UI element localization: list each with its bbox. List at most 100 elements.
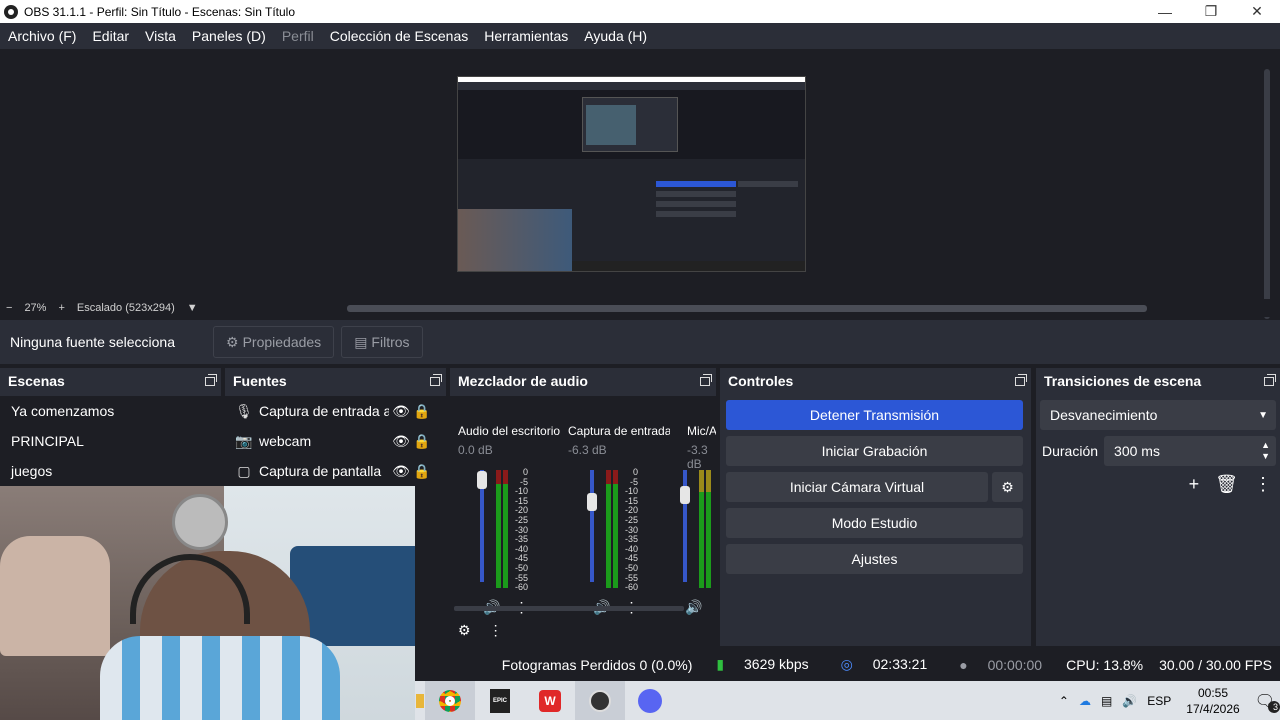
visibility-eye-icon[interactable]: 👁 bbox=[389, 403, 413, 420]
monitor-icon: ▢ bbox=[237, 462, 251, 479]
studio-mode-button[interactable]: Modo Estudio bbox=[726, 508, 1023, 538]
rec-time: 00:00:00 bbox=[987, 656, 1043, 673]
lock-icon[interactable]: 🔒 bbox=[413, 403, 431, 420]
controls-title: Controles bbox=[728, 373, 794, 389]
language-indicator[interactable]: ESP bbox=[1142, 694, 1176, 708]
spin-arrows-icon[interactable]: ▲ ▼ bbox=[1261, 440, 1270, 462]
menu-herramientas[interactable]: Herramientas bbox=[476, 28, 576, 44]
source-item[interactable]: ▢ Captura de pantalla 👁 🔒 bbox=[225, 456, 446, 486]
show-hidden-icons-icon[interactable]: ⌃ bbox=[1054, 694, 1074, 708]
preview-horizontal-scrollbar[interactable] bbox=[347, 305, 1147, 312]
channel-name: Mic/Aux bbox=[687, 424, 716, 438]
notification-center-icon[interactable]: 🗨 3 bbox=[1250, 691, 1280, 713]
virtual-camera-settings-button[interactable]: ⚙ bbox=[992, 472, 1023, 502]
undock-icon[interactable] bbox=[700, 373, 712, 386]
channel-db: 0.0 dB bbox=[458, 443, 493, 457]
minimize-button[interactable]: — bbox=[1142, 0, 1188, 23]
camera-icon: 📷 bbox=[235, 432, 253, 449]
level-meter bbox=[699, 470, 704, 588]
gear-icon: ⚙ bbox=[226, 333, 239, 350]
network-icon[interactable]: ▤ bbox=[1096, 694, 1117, 708]
obs-taskbar-icon[interactable] bbox=[575, 681, 625, 720]
source-label: webcam bbox=[259, 433, 312, 449]
zoom-in-button[interactable]: + bbox=[52, 302, 70, 314]
undock-icon[interactable] bbox=[430, 373, 442, 386]
speaker-icon[interactable]: 🔊 bbox=[1117, 694, 1142, 708]
onedrive-icon[interactable]: ☁ bbox=[1074, 694, 1096, 708]
undock-icon[interactable] bbox=[1015, 373, 1027, 386]
webcam-overlay bbox=[0, 486, 415, 720]
chrome-icon[interactable] bbox=[425, 681, 475, 720]
wps-office-icon[interactable]: W bbox=[525, 681, 575, 720]
scene-item[interactable]: juegos bbox=[0, 456, 221, 486]
file-explorer-icon[interactable] bbox=[415, 681, 425, 720]
mixer-menu-icon[interactable]: ⋮ bbox=[489, 622, 503, 639]
discord-icon[interactable] bbox=[625, 681, 675, 720]
duration-spinbox[interactable]: 300 ms ▲ ▼ bbox=[1104, 436, 1276, 466]
add-transition-icon[interactable]: + bbox=[1189, 474, 1200, 495]
channel-db: -3.3 dB bbox=[687, 443, 708, 471]
stop-stream-button[interactable]: Detener Transmisión bbox=[726, 400, 1023, 430]
source-label: Captura de entrada a bbox=[259, 403, 389, 419]
start-recording-button[interactable]: Iniciar Grabación bbox=[726, 436, 1023, 466]
menu-coleccion[interactable]: Colección de Escenas bbox=[322, 28, 477, 44]
visibility-eye-icon[interactable]: 👁 bbox=[389, 463, 413, 480]
preview-vertical-scrollbar[interactable] bbox=[1264, 69, 1270, 319]
zoom-out-button[interactable]: − bbox=[0, 302, 18, 314]
epic-games-icon[interactable]: EPIC bbox=[475, 681, 525, 720]
undock-icon[interactable] bbox=[1264, 373, 1276, 386]
preview-canvas bbox=[457, 76, 806, 272]
microphone-icon: 🎙 bbox=[235, 402, 253, 419]
volume-icon[interactable]: 🔊 bbox=[685, 599, 702, 616]
menu-archivo[interactable]: Archivo (F) bbox=[0, 28, 84, 44]
title-bar: OBS 31.1.1 - Perfil: Sin Título - Escena… bbox=[0, 0, 1280, 23]
zoom-level: 27% bbox=[24, 302, 47, 314]
visibility-eye-icon[interactable]: 👁 bbox=[389, 433, 413, 450]
properties-button[interactable]: ⚙ Propiedades bbox=[213, 326, 335, 358]
start-virtual-camera-button[interactable]: Iniciar Cámara Virtual bbox=[726, 472, 988, 502]
broadcast-icon: ◎ bbox=[840, 656, 853, 672]
cpu-usage: CPU: 13.8% bbox=[1066, 656, 1144, 673]
fader-knob[interactable] bbox=[680, 485, 690, 504]
menu-ayuda[interactable]: Ayuda (H) bbox=[576, 28, 655, 44]
channel-name: Audio del escritorio bbox=[458, 424, 560, 438]
mixer-horizontal-scrollbar[interactable] bbox=[454, 606, 684, 611]
scene-item[interactable]: Ya comenzamos bbox=[0, 396, 221, 426]
channel-db: -6.3 dB bbox=[568, 443, 607, 457]
obs-logo-icon bbox=[4, 4, 18, 19]
settings-button[interactable]: Ajustes bbox=[726, 544, 1023, 574]
clock[interactable]: 00:55 17/4/2026 bbox=[1176, 685, 1249, 717]
lock-icon[interactable]: 🔒 bbox=[413, 433, 431, 450]
source-item[interactable]: 🎙 Captura de entrada a 👁 🔒 bbox=[225, 396, 446, 426]
fader-knob[interactable] bbox=[587, 492, 597, 511]
mixer-title: Mezclador de audio bbox=[458, 373, 588, 389]
close-button[interactable]: ✕ bbox=[1234, 0, 1280, 23]
menu-editar[interactable]: Editar bbox=[84, 28, 137, 44]
more-options-icon[interactable]: ⋮ bbox=[1254, 474, 1272, 495]
notification-count: 3 bbox=[1268, 700, 1280, 713]
source-toolbar: Ninguna fuente selecciona ⚙ Propiedades … bbox=[0, 320, 1280, 364]
scale-dropdown-icon[interactable]: ▼ bbox=[181, 302, 204, 314]
undock-icon[interactable] bbox=[205, 373, 217, 386]
properties-label: Propiedades bbox=[242, 334, 322, 350]
transition-select[interactable]: Desvanecimiento ▼ bbox=[1040, 400, 1276, 430]
advanced-audio-settings-icon[interactable]: ⚙ bbox=[458, 622, 471, 639]
menu-perfil[interactable]: Perfil bbox=[274, 28, 322, 44]
scene-item[interactable]: PRINCIPAL bbox=[0, 426, 221, 456]
restore-button[interactable]: ❐ bbox=[1188, 0, 1234, 23]
preview-area[interactable] bbox=[0, 49, 1280, 319]
menu-vista[interactable]: Vista bbox=[137, 28, 184, 44]
lock-icon[interactable]: 🔒 bbox=[413, 463, 431, 480]
stream-time: 02:33:21 bbox=[872, 656, 928, 672]
filters-button[interactable]: ▤ Filtros bbox=[341, 326, 423, 358]
fader-knob[interactable] bbox=[477, 471, 487, 490]
volume-fader[interactable] bbox=[590, 470, 594, 582]
source-item[interactable]: 📷 webcam 👁 🔒 bbox=[225, 426, 446, 456]
transitions-dock: Transiciones de escena Desvanecimiento ▼… bbox=[1036, 368, 1280, 646]
bitrate-indicator: ▮ 3629 kbps bbox=[700, 656, 824, 673]
delete-transition-icon[interactable]: 🗑 bbox=[1215, 474, 1238, 495]
channel-name: Captura de entrada bbox=[568, 424, 670, 438]
menu-paneles[interactable]: Paneles (D) bbox=[184, 28, 274, 44]
level-meter bbox=[496, 470, 501, 588]
zoom-bar: − 27% + Escalado (523x294) ▼ bbox=[0, 299, 1280, 317]
